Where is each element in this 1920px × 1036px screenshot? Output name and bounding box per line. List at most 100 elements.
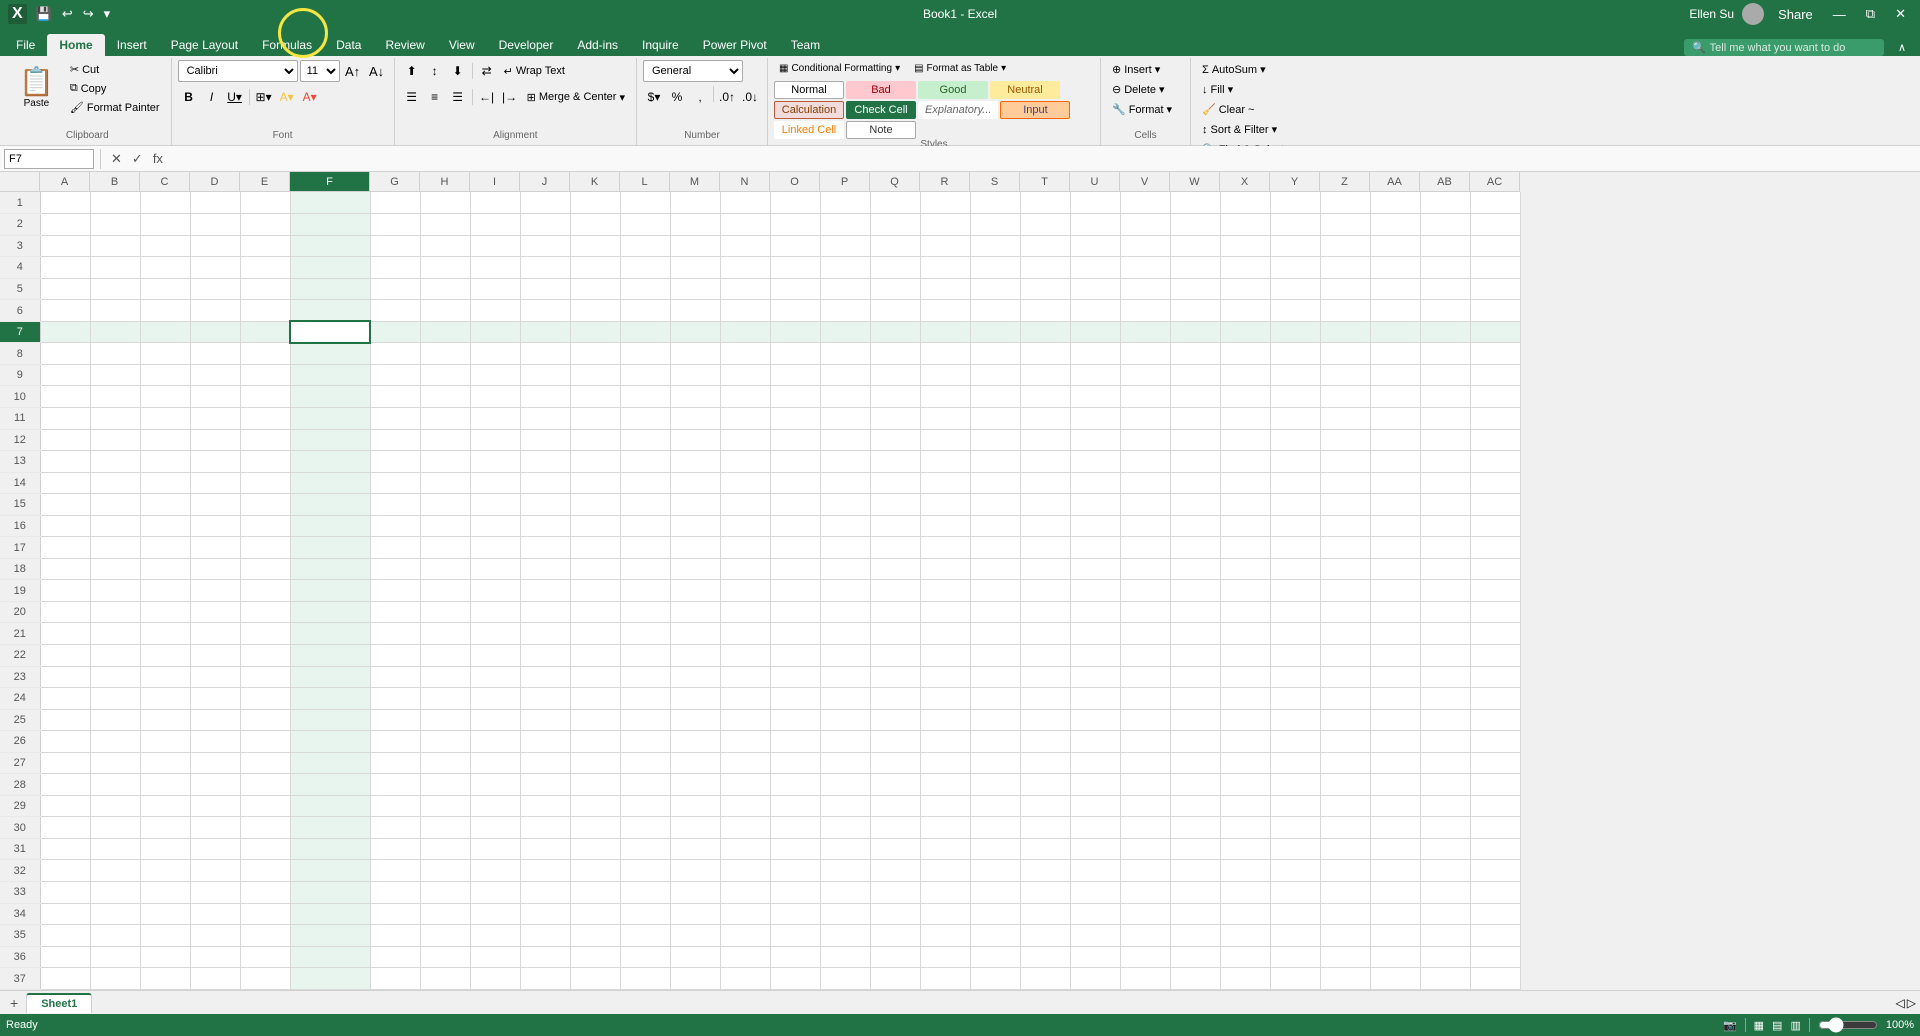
cell-O28[interactable] [770,774,820,796]
cell-D8[interactable] [190,343,240,365]
cell-AC24[interactable] [1470,688,1520,710]
dec-decimal-btn[interactable]: .0↓ [739,86,761,108]
row-num-10[interactable]: 10 [0,386,40,408]
cell-N36[interactable] [720,946,770,968]
row-num-11[interactable]: 11 [0,407,40,429]
cell-J10[interactable] [520,386,570,408]
cell-L4[interactable] [620,257,670,279]
tab-view[interactable]: View [437,34,487,56]
cell-E28[interactable] [240,774,290,796]
cell-C26[interactable] [140,731,190,753]
cell-R16[interactable] [920,515,970,537]
cell-Y1[interactable] [1270,192,1320,214]
cell-J27[interactable] [520,752,570,774]
cell-L26[interactable] [620,731,670,753]
cell-P36[interactable] [820,946,870,968]
cell-D23[interactable] [190,666,240,688]
cell-A31[interactable] [40,838,90,860]
cell-E12[interactable] [240,429,290,451]
cell-W16[interactable] [1170,515,1220,537]
cell-K8[interactable] [570,343,620,365]
cell-G32[interactable] [370,860,420,882]
cell-J5[interactable] [520,278,570,300]
cell-P32[interactable] [820,860,870,882]
cell-AA15[interactable] [1370,494,1420,516]
cell-G34[interactable] [370,903,420,925]
cell-P21[interactable] [820,623,870,645]
cell-N25[interactable] [720,709,770,731]
cell-O30[interactable] [770,817,820,839]
cell-W12[interactable] [1170,429,1220,451]
cell-Y31[interactable] [1270,838,1320,860]
cell-G30[interactable] [370,817,420,839]
row-num-8[interactable]: 8 [0,343,40,365]
cell-AA5[interactable] [1370,278,1420,300]
cell-V23[interactable] [1120,666,1170,688]
style-explanatory[interactable]: Explanatory... [918,101,998,119]
row-num-19[interactable]: 19 [0,580,40,602]
cell-Q4[interactable] [870,257,920,279]
cell-AA21[interactable] [1370,623,1420,645]
cell-Y21[interactable] [1270,623,1320,645]
cell-X14[interactable] [1220,472,1270,494]
cell-K37[interactable] [570,968,620,990]
row-num-29[interactable]: 29 [0,795,40,817]
cell-L17[interactable] [620,537,670,559]
cell-AB18[interactable] [1420,558,1470,580]
cell-Z22[interactable] [1320,644,1370,666]
cell-AC15[interactable] [1470,494,1520,516]
cell-W15[interactable] [1170,494,1220,516]
cell-S16[interactable] [970,515,1020,537]
cell-AA31[interactable] [1370,838,1420,860]
cell-D22[interactable] [190,644,240,666]
cell-O34[interactable] [770,903,820,925]
cell-AA24[interactable] [1370,688,1420,710]
view-normal-btn[interactable]: ▦ [1754,1019,1764,1032]
cell-Y4[interactable] [1270,257,1320,279]
cell-Y11[interactable] [1270,407,1320,429]
cell-S18[interactable] [970,558,1020,580]
cell-R3[interactable] [920,235,970,257]
cell-Z20[interactable] [1320,601,1370,623]
cell-P5[interactable] [820,278,870,300]
cell-AC32[interactable] [1470,860,1520,882]
cell-AB7[interactable] [1420,321,1470,343]
zoom-slider[interactable] [1818,1017,1878,1033]
cell-N11[interactable] [720,407,770,429]
cell-AB21[interactable] [1420,623,1470,645]
cell-T31[interactable] [1020,838,1070,860]
customize-quick-btn[interactable]: ▾ [101,4,114,24]
col-header-E[interactable]: E [240,172,290,192]
cell-O3[interactable] [770,235,820,257]
cell-Q1[interactable] [870,192,920,214]
style-normal[interactable]: Normal [774,81,844,99]
cell-P2[interactable] [820,214,870,236]
cell-P1[interactable] [820,192,870,214]
format-painter-button[interactable]: 🖌 Format Painter [65,98,165,117]
cell-G19[interactable] [370,580,420,602]
cell-X34[interactable] [1220,903,1270,925]
cell-N16[interactable] [720,515,770,537]
tab-add-ins[interactable]: Add-ins [565,34,630,56]
cell-K25[interactable] [570,709,620,731]
cell-T36[interactable] [1020,946,1070,968]
cell-Q17[interactable] [870,537,920,559]
cell-C1[interactable] [140,192,190,214]
cell-Z15[interactable] [1320,494,1370,516]
cell-F18[interactable] [290,558,370,580]
cell-D18[interactable] [190,558,240,580]
percent-btn[interactable]: % [666,86,688,108]
cell-A16[interactable] [40,515,90,537]
cell-G4[interactable] [370,257,420,279]
sheet-scroll-left-btn[interactable]: ◁ [1896,996,1905,1010]
cell-H1[interactable] [420,192,470,214]
cell-T27[interactable] [1020,752,1070,774]
cell-E37[interactable] [240,968,290,990]
cell-AA19[interactable] [1370,580,1420,602]
cell-V9[interactable] [1120,364,1170,386]
cell-V8[interactable] [1120,343,1170,365]
style-note[interactable]: Note [846,121,916,139]
cell-AB35[interactable] [1420,925,1470,947]
cell-O25[interactable] [770,709,820,731]
cell-T32[interactable] [1020,860,1070,882]
